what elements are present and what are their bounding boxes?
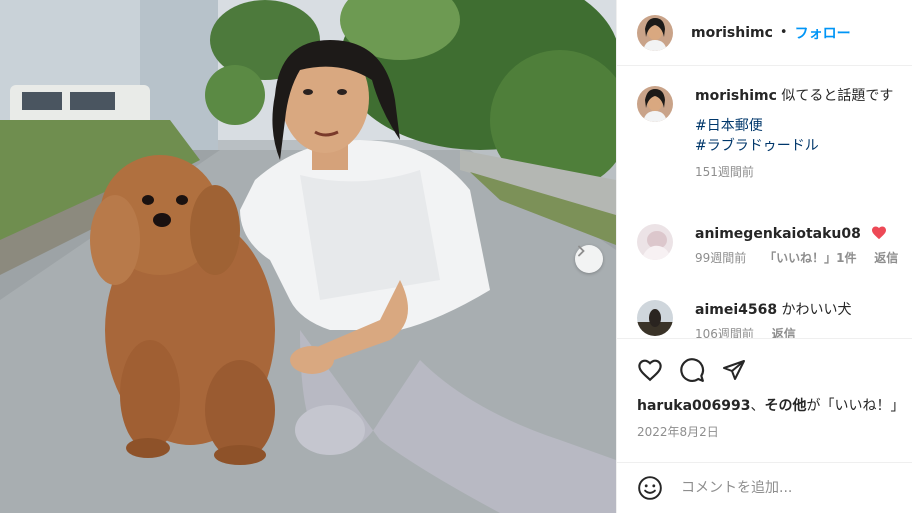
caption-text: 似てると話題です	[781, 88, 894, 104]
comment-button[interactable]	[679, 357, 705, 383]
commenter-avatar[interactable]	[637, 300, 673, 336]
follow-button[interactable]: フォロー	[795, 23, 851, 43]
chevron-right-icon	[578, 245, 585, 257]
share-button[interactable]	[721, 358, 747, 382]
comments-list[interactable]: morishimc 似てると話題です #日本郵便 #ラブラドゥードル 151週間…	[617, 66, 912, 338]
likes-summary: haruka006993、その他が「いいね！」	[617, 395, 912, 415]
comment-time[interactable]: 106週間前	[695, 327, 754, 338]
separator-dot: •	[779, 25, 788, 40]
likes-others[interactable]: その他	[765, 398, 807, 414]
emoji-button[interactable]	[637, 475, 663, 501]
comment-item: aimei4568 かわいい犬 106週間前 返信	[637, 300, 852, 338]
caption-avatar[interactable]	[637, 86, 673, 122]
hashtag-link[interactable]: #ラブラドゥードル	[695, 136, 893, 156]
likes-suffix: が「いいね！」	[806, 398, 905, 414]
comment-input[interactable]	[681, 480, 881, 496]
comment-item: animegenkaiotaku08 99週間前 「いいね！」1件 返信	[637, 224, 912, 268]
smiley-icon	[638, 476, 662, 500]
author-username[interactable]: morishimc	[691, 25, 773, 41]
post-date[interactable]: 2022年8月2日	[617, 423, 912, 440]
comment-time[interactable]: 99週間前	[695, 251, 746, 265]
caption: morishimc 似てると話題です #日本郵便 #ラブラドゥードル 151週間…	[637, 86, 893, 182]
next-photo-button[interactable]	[575, 245, 603, 273]
comment-username[interactable]: animegenkaiotaku08	[695, 226, 861, 242]
comment-bubble-icon	[680, 358, 705, 382]
caption-username[interactable]: morishimc	[695, 88, 777, 104]
paper-plane-icon	[723, 360, 745, 380]
comment-username[interactable]: aimei4568	[695, 302, 777, 318]
comment-likes[interactable]: 「いいね！」1件	[764, 251, 856, 265]
like-button[interactable]	[637, 358, 663, 382]
reply-button[interactable]: 返信	[874, 251, 898, 265]
post-actions: haruka006993、その他が「いいね！」 2022年8月2日	[617, 338, 912, 440]
post-image	[0, 0, 616, 513]
caption-time[interactable]: 151週間前	[695, 165, 754, 179]
heart-icon	[638, 359, 662, 382]
post-photo	[0, 0, 616, 513]
likes-user[interactable]: haruka006993	[637, 398, 751, 414]
post-header: morishimc • フォロー	[617, 0, 912, 66]
commenter-avatar[interactable]	[637, 224, 673, 260]
comment-text: かわいい犬	[781, 302, 852, 318]
reply-button[interactable]: 返信	[772, 327, 796, 338]
post-side-panel: morishimc • フォロー morishimc 似てると話題です #日本郵…	[616, 0, 912, 513]
heart-emoji-icon	[872, 226, 887, 240]
likes-connector: 、	[750, 398, 765, 414]
hashtag-link[interactable]: #日本郵便	[695, 116, 893, 136]
author-avatar[interactable]	[637, 14, 673, 51]
add-comment-bar	[617, 462, 912, 513]
